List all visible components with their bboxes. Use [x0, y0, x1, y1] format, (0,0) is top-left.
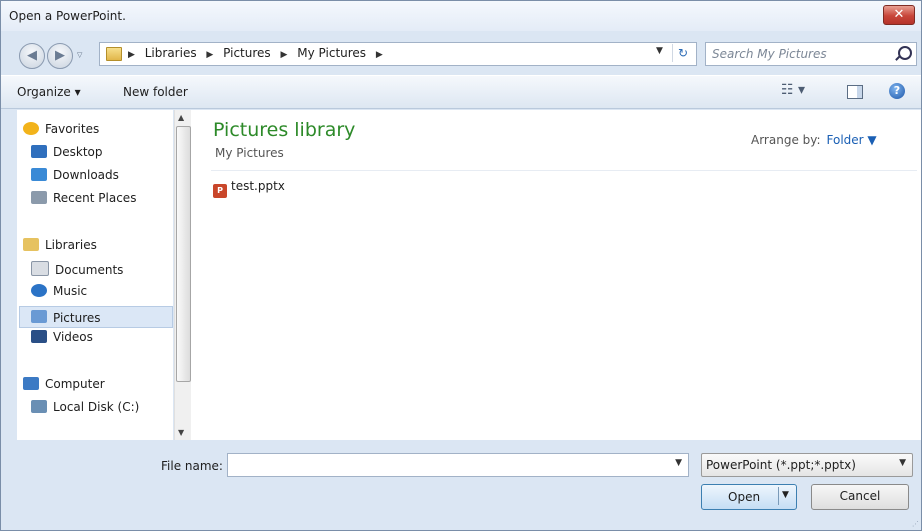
forward-button[interactable]: ▶: [47, 43, 73, 69]
sidebar-item-label: Libraries: [45, 238, 97, 252]
breadcrumb-separator[interactable]: ▶: [128, 50, 135, 60]
sidebar-group-computer[interactable]: Computer: [23, 377, 105, 397]
libraries-icon: [23, 238, 39, 251]
sidebar-item-recent-places[interactable]: Recent Places: [31, 191, 136, 211]
star-icon: [23, 122, 39, 135]
refresh-icon[interactable]: ↻: [672, 44, 693, 62]
arrange-by: Arrange by: Folder ▼: [751, 133, 877, 147]
address-dropdown-icon[interactable]: ▼: [656, 46, 663, 56]
sidebar-item-label: Favorites: [45, 122, 100, 136]
header-divider: [211, 170, 917, 171]
help-icon[interactable]: ?: [889, 83, 905, 99]
recent-places-icon: [31, 191, 47, 204]
open-button-label: Open: [728, 490, 761, 504]
address-bar[interactable]: ▶ Libraries ▶ Pictures ▶ My Pictures ▶ ▼…: [99, 42, 697, 66]
scroll-up-arrow-icon[interactable]: ▲: [178, 113, 184, 122]
sidebar-item-local-disk[interactable]: Local Disk (C:): [31, 400, 139, 420]
navigation-pane: Favorites Desktop Downloads Recent Place…: [17, 110, 173, 440]
library-subtitle: My Pictures: [215, 146, 284, 160]
folder-icon: [106, 47, 122, 61]
sidebar-group-libraries[interactable]: Libraries: [23, 238, 97, 258]
sidebar-group-favorites[interactable]: Favorites: [23, 122, 99, 142]
change-view-icon[interactable]: ☷ ▾: [781, 82, 805, 98]
open-button-divider: [778, 487, 779, 505]
arrange-by-dropdown[interactable]: Folder ▼: [827, 133, 877, 147]
videos-icon: [31, 330, 47, 343]
breadcrumb-separator[interactable]: ▶: [376, 50, 383, 60]
breadcrumb: ▶ Libraries ▶ Pictures ▶ My Pictures ▶: [128, 46, 389, 60]
sidebar-item-pictures[interactable]: Pictures: [19, 306, 173, 328]
sidebar-item-label: Computer: [45, 377, 105, 391]
documents-icon: [31, 261, 49, 276]
sidebar-item-label: Music: [53, 284, 88, 298]
new-folder-button[interactable]: New folder: [123, 85, 188, 99]
search-input[interactable]: Search My Pictures: [712, 47, 827, 61]
filetype-value: PowerPoint (*.ppt;*.pptx): [706, 458, 856, 472]
sidebar-item-label: Videos: [53, 330, 93, 344]
sidebar-item-label: Documents: [55, 263, 124, 277]
library-title: Pictures library: [213, 119, 356, 141]
sidebar-item-label: Local Disk (C:): [53, 400, 140, 414]
back-button[interactable]: ◀: [19, 43, 45, 69]
breadcrumb-my-pictures[interactable]: My Pictures: [297, 46, 366, 60]
computer-icon: [23, 377, 39, 390]
organize-button[interactable]: Organize ▾: [17, 85, 81, 99]
sidebar-item-label: Desktop: [53, 145, 103, 159]
breadcrumb-separator[interactable]: ▶: [206, 50, 213, 60]
sidebar-item-downloads[interactable]: Downloads: [31, 168, 119, 188]
title-bar[interactable]: Open a PowerPoint. ✕: [1, 1, 921, 31]
history-buttons: ◀ ▶ ▽: [15, 41, 97, 69]
music-icon: [31, 284, 47, 297]
search-icon[interactable]: [898, 46, 912, 60]
filename-field[interactable]: ▼: [227, 453, 689, 477]
window-title: Open a PowerPoint.: [9, 9, 126, 23]
filetype-select[interactable]: PowerPoint (*.ppt;*.pptx) ▼: [701, 453, 913, 477]
filename-label: File name:: [161, 459, 223, 473]
desktop-icon: [31, 145, 47, 158]
search-box[interactable]: Search My Pictures: [705, 42, 917, 66]
scrollbar-thumb[interactable]: [176, 126, 191, 382]
file-list-area: Pictures library My Pictures Arrange by:…: [191, 110, 921, 440]
sidebar-item-label: Recent Places: [53, 191, 137, 205]
breadcrumb-libraries[interactable]: Libraries: [145, 46, 197, 60]
breadcrumb-separator[interactable]: ▶: [281, 50, 288, 60]
command-toolbar: Organize ▾ New folder ☷ ▾ ?: [1, 75, 921, 109]
sidebar-item-desktop[interactable]: Desktop: [31, 145, 103, 165]
preview-pane-icon[interactable]: [847, 85, 863, 99]
arrange-by-label: Arrange by:: [751, 133, 821, 147]
list-item[interactable]: Ptest.pptx: [213, 179, 285, 198]
filetype-dropdown-icon[interactable]: ▼: [899, 458, 906, 468]
breadcrumb-pictures[interactable]: Pictures: [223, 46, 271, 60]
navigation-scrollbar[interactable]: ▲ ▼: [174, 110, 191, 440]
file-name: test.pptx: [231, 179, 285, 193]
resize-grip-icon[interactable]: ⋰: [912, 520, 919, 528]
filename-dropdown-icon[interactable]: ▼: [675, 458, 682, 468]
recent-pages-dropdown[interactable]: ▽: [77, 51, 82, 59]
sidebar-item-label: Pictures: [53, 311, 101, 325]
sidebar-item-music[interactable]: Music: [31, 284, 87, 304]
cancel-button[interactable]: Cancel: [811, 484, 909, 510]
downloads-icon: [31, 168, 47, 181]
scroll-down-arrow-icon[interactable]: ▼: [178, 428, 184, 437]
open-options-dropdown-icon[interactable]: ▼: [782, 490, 789, 500]
pptx-file-icon: P: [213, 184, 227, 198]
close-button[interactable]: ✕: [883, 5, 915, 25]
open-button[interactable]: Open ▼: [701, 484, 797, 510]
sidebar-item-documents[interactable]: Documents: [31, 261, 123, 281]
local-disk-icon: [31, 400, 47, 413]
open-dialog-window: Open a PowerPoint. ✕ ◀ ▶ ▽ ▶ Libraries ▶…: [0, 0, 922, 531]
navigation-bar: ◀ ▶ ▽ ▶ Libraries ▶ Pictures ▶ My Pictur…: [1, 39, 921, 71]
sidebar-item-label: Downloads: [53, 168, 119, 182]
pictures-icon: [31, 310, 47, 323]
sidebar-item-videos[interactable]: Videos: [31, 330, 93, 350]
